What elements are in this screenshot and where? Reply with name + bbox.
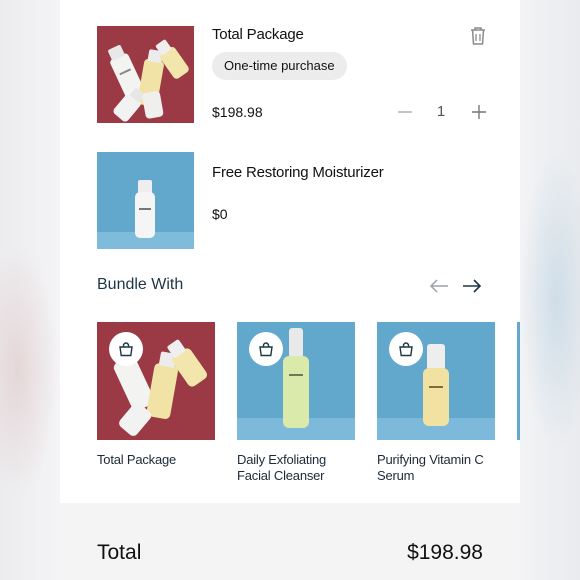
bundle-card-name[interactable]: Total Package [97, 452, 215, 468]
quantity-value[interactable]: 1 [431, 103, 451, 120]
item-price: $198.98 [212, 104, 263, 120]
item-price: $0 [212, 206, 228, 222]
product-bottles-image [97, 26, 194, 123]
bundle-card-image[interactable] [377, 322, 495, 440]
bundle-card-image[interactable] [237, 322, 355, 440]
bundle-card-name[interactable]: Daily Exfoliating Facial Cleanser [237, 452, 355, 484]
item-title[interactable]: Free Restoring Moisturizer [212, 164, 384, 181]
bundle-title: Bundle With [97, 276, 184, 293]
order-summary: Total $198.98 [60, 503, 520, 580]
background-blur-left [0, 240, 60, 500]
total-value: $198.98 [407, 541, 483, 564]
bundle-card-image[interactable] [517, 322, 520, 440]
total-label: Total [97, 541, 142, 564]
plus-icon[interactable] [471, 104, 487, 120]
purchase-type-badge[interactable]: One-time purchase [212, 52, 347, 80]
bundle-card-image[interactable] [97, 322, 215, 440]
arrow-left-icon[interactable] [429, 278, 449, 294]
shopping-bag-icon[interactable] [249, 332, 283, 366]
cart-item: Free Restoring Moisturizer $0 [97, 152, 487, 249]
product-image[interactable] [97, 26, 194, 123]
product-image[interactable] [97, 152, 194, 249]
item-title[interactable]: Total Package [212, 26, 304, 43]
moisturizer-bottle-image [97, 152, 194, 249]
quantity-stepper: 1 [397, 102, 487, 122]
shopping-bag-icon[interactable] [109, 332, 143, 366]
shopping-bag-icon[interactable] [389, 332, 423, 366]
trash-icon[interactable] [469, 26, 487, 46]
background-blur-right [520, 150, 580, 450]
minus-icon[interactable] [397, 104, 413, 120]
cart-item: Total Package One-time purchase $198.98 … [97, 26, 487, 123]
arrow-right-icon[interactable] [462, 278, 482, 294]
cart-panel: Total Package One-time purchase $198.98 … [60, 0, 520, 580]
bundle-card-name[interactable]: Purifying Vitamin C Serum [377, 452, 495, 484]
